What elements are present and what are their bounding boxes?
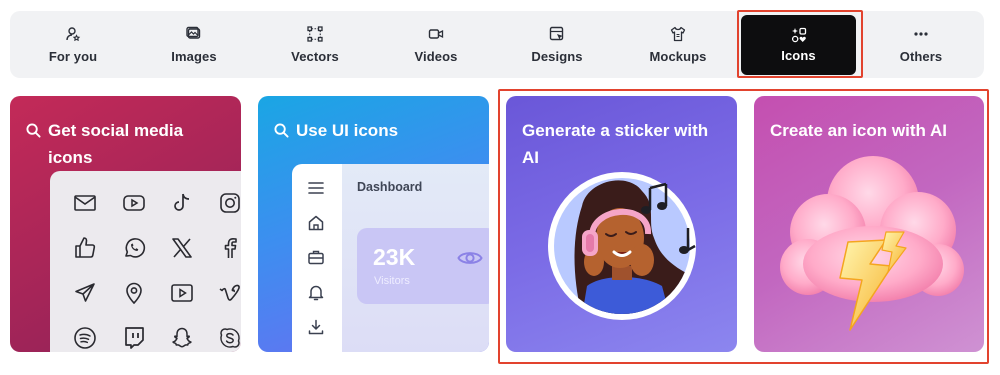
category-bar: For you Images Vectors Videos Designs Mo… <box>10 11 984 78</box>
tab-label: Videos <box>414 48 458 64</box>
tab-label: Images <box>171 48 217 64</box>
briefcase-icon <box>308 250 324 265</box>
facebook-icon <box>218 236 241 260</box>
social-icons-panel <box>50 171 241 352</box>
tab-vectors[interactable]: Vectors <box>256 11 374 78</box>
stat-value: 23K <box>373 244 416 270</box>
spotify-icon <box>73 326 97 350</box>
download-icon <box>308 319 324 335</box>
whatsapp-icon <box>122 236 146 260</box>
cloud-lightning-illustration <box>780 156 964 331</box>
design-icon <box>549 26 564 40</box>
search-icon <box>26 123 41 138</box>
vector-nodes-icon <box>307 25 323 42</box>
card-title: Create an icon with AI <box>770 117 970 144</box>
tab-designs[interactable]: Designs <box>498 11 616 78</box>
stat-label: Visitors <box>374 275 410 287</box>
tab-label: Vectors <box>291 48 339 64</box>
ui-preview-dashboard: Dashboard 23K Visitors <box>342 164 489 352</box>
video-camera-icon <box>428 28 444 39</box>
card-title: Get social media icons <box>26 117 227 171</box>
tiktok-icon <box>170 191 194 215</box>
location-pin-icon <box>122 281 146 305</box>
user-star-icon <box>66 26 81 41</box>
home-icon <box>308 215 324 231</box>
tab-label: Mockups <box>649 48 707 64</box>
tab-icons[interactable]: Icons <box>741 15 856 75</box>
sticker-girl-headphones-illustration <box>548 172 696 320</box>
eye-icon <box>457 252 483 264</box>
snapchat-icon <box>170 326 194 350</box>
tab-mockups[interactable]: Mockups <box>619 11 737 78</box>
card-generate-sticker[interactable]: Generate a sticker with AI <box>506 96 737 352</box>
ui-preview-sidebar <box>292 164 342 352</box>
card-title: Generate a sticker with AI <box>522 117 723 171</box>
tab-label: Icons <box>781 48 816 63</box>
more-dots-icon <box>914 31 928 36</box>
youtube-icon <box>122 191 146 215</box>
vimeo-icon <box>218 281 241 305</box>
mockup-shirt-icon <box>670 26 686 41</box>
menu-icon <box>308 182 324 194</box>
tab-for-you[interactable]: For you <box>14 11 132 78</box>
search-icon <box>274 123 289 138</box>
card-title-text: Get social media icons <box>48 121 184 167</box>
tab-others[interactable]: Others <box>862 11 980 78</box>
tab-images[interactable]: Images <box>135 11 253 78</box>
bell-icon <box>308 285 324 301</box>
tab-videos[interactable]: Videos <box>377 11 495 78</box>
play-button-icon <box>170 281 194 305</box>
tab-label: Designs <box>531 48 583 64</box>
dashboard-label: Dashboard <box>357 180 423 194</box>
visitors-stat-card: 23K Visitors <box>357 228 489 304</box>
card-social-media-icons[interactable]: Get social media icons <box>10 96 241 352</box>
twitch-icon <box>122 326 146 350</box>
card-title-text: Use UI icons <box>296 121 399 140</box>
card-ui-icons[interactable]: Use UI icons Dashboard 23K Visitors <box>258 96 489 352</box>
tab-label: For you <box>48 48 98 64</box>
icons-shapes-icon <box>791 27 806 43</box>
thumbs-up-icon <box>73 236 97 260</box>
tab-label: Others <box>899 48 943 64</box>
image-icon <box>186 26 201 39</box>
card-create-ai-icon[interactable]: Create an icon with AI <box>754 96 984 352</box>
send-icon <box>73 281 97 305</box>
mail-icon <box>73 191 97 215</box>
instagram-icon <box>218 191 241 215</box>
card-title-text: Generate a sticker with AI <box>522 121 709 167</box>
card-title-text: Create an icon with AI <box>770 121 947 140</box>
skype-icon <box>218 326 241 350</box>
x-logo-icon <box>170 236 194 260</box>
card-title: Use UI icons <box>274 117 475 144</box>
